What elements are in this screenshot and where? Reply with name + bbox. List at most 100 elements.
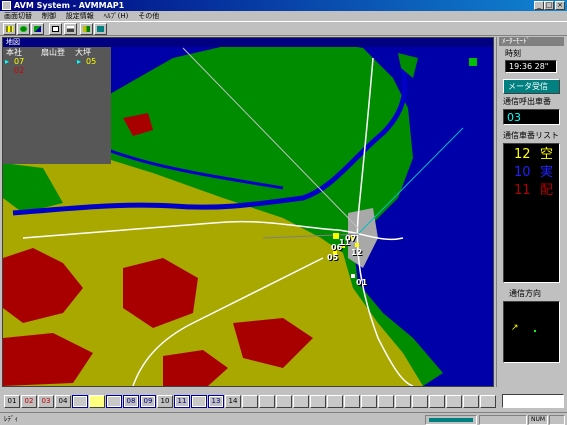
status-cell — [549, 415, 565, 425]
direction-dot — [534, 330, 536, 332]
call-number-value: 03 — [507, 111, 521, 124]
call-label: 通信呼出車番 — [503, 97, 551, 106]
status-text: ﾚﾃﾞｨ — [4, 415, 18, 423]
marker-green — [469, 58, 477, 66]
time-label: 時刻 — [505, 49, 521, 58]
message-field[interactable] — [502, 394, 564, 408]
document-icon[interactable] — [49, 23, 62, 35]
vehicle-label[interactable]: 12 — [351, 248, 362, 257]
vehicle-button[interactable]: 08 — [123, 395, 139, 408]
time-display: 19:36 28" — [505, 60, 557, 73]
call-number-display: 03 — [503, 109, 560, 125]
list-item[interactable]: 11 配 — [514, 183, 553, 198]
menu-help[interactable]: ﾍﾙﾌﾟ(H) — [104, 11, 129, 21]
maximize-button[interactable]: □ — [544, 1, 554, 10]
list-item-number: 10 — [514, 165, 531, 180]
map-caption: 地図 — [3, 38, 493, 47]
map-icon[interactable] — [31, 23, 44, 35]
summary-value-2: 05 — [86, 57, 97, 66]
exit-icon[interactable] — [94, 23, 107, 35]
vehicle-strip: 01 02 03 04 08 09 10 11 13 14 — [2, 393, 565, 410]
settings-icon[interactable] — [80, 23, 93, 35]
minimize-button[interactable]: _ — [534, 1, 544, 10]
summary-header-3: 大坪 — [75, 48, 91, 57]
vehicle-button-empty[interactable] — [463, 395, 479, 408]
menu-settings-info[interactable]: 設定情報 — [66, 11, 94, 21]
list-item-status: 実 — [540, 165, 554, 180]
side-panel: ﾒｰﾀｰﾓｰﾄﾞ 時刻 19:36 28" メータ受信 通信呼出車番 03 通信… — [496, 37, 565, 387]
vehicle-list[interactable]: 12 空 10 実 11 配 — [503, 143, 560, 283]
menu-control[interactable]: 制御 — [42, 11, 56, 21]
globe-icon[interactable] — [17, 23, 30, 35]
list-item-number: 11 — [514, 183, 531, 198]
menu-bar: 画面切替 制御 設定情報 ﾍﾙﾌﾟ(H) その他 — [0, 11, 567, 21]
grid-icon[interactable] — [3, 23, 16, 35]
vehicle-button-empty[interactable] — [395, 395, 411, 408]
status-progress — [425, 415, 477, 425]
vehicle-button-empty[interactable] — [378, 395, 394, 408]
vehicle-label[interactable]: 11 — [339, 238, 350, 247]
menu-other[interactable]: その他 — [138, 11, 159, 21]
time-value: 19:36 28" — [509, 62, 549, 71]
vehicle-button-empty[interactable] — [429, 395, 445, 408]
toolbar — [0, 21, 567, 36]
vehicle-button[interactable]: 13 — [208, 395, 224, 408]
vehicle-button-empty[interactable] — [293, 395, 309, 408]
title-bar: AVM System - AVMMAP1 _ □ × — [0, 0, 567, 11]
vehicle-button-empty[interactable] — [310, 395, 326, 408]
vehicle-button-empty[interactable] — [412, 395, 428, 408]
vehicle-button[interactable] — [106, 395, 122, 408]
summary-header-2: 扇山登 — [41, 48, 65, 57]
vehicle-label[interactable]: 01 — [356, 278, 367, 287]
vehicle-button[interactable]: 10 — [157, 395, 173, 408]
vehicle-label[interactable]: 05 — [327, 253, 338, 262]
play-icon: ▸ — [5, 57, 10, 66]
list-item[interactable]: 10 実 — [514, 165, 553, 180]
vehicle-button-empty[interactable] — [361, 395, 377, 408]
vehicle-button-empty[interactable] — [276, 395, 292, 408]
vehicle-button[interactable] — [72, 395, 88, 408]
list-label: 通信車番リスト — [503, 131, 559, 140]
menu-screen-switch[interactable]: 画面切替 — [4, 11, 32, 21]
vehicle-button-empty[interactable] — [259, 395, 275, 408]
vehicle-button[interactable]: 03 — [38, 395, 54, 408]
side-panel-caption: ﾒｰﾀｰﾓｰﾄﾞ — [499, 37, 564, 46]
vehicle-button[interactable]: 09 — [140, 395, 156, 408]
vehicle-marker — [355, 243, 359, 247]
direction-label: 通信方向 — [509, 289, 541, 298]
vehicle-button-empty[interactable] — [242, 395, 258, 408]
list-item[interactable]: 12 空 — [514, 147, 553, 162]
printer-icon[interactable] — [64, 23, 77, 35]
vehicle-button-empty[interactable] — [327, 395, 343, 408]
direction-arrow-icon: ↗ — [511, 323, 519, 333]
vehicle-button-empty[interactable] — [446, 395, 462, 408]
summary-header-hq: 本社 — [6, 48, 22, 57]
vehicle-button[interactable] — [191, 395, 207, 408]
summary-value-red: 02 — [14, 66, 25, 75]
list-item-number: 12 — [514, 147, 531, 162]
window-title: AVM System - AVMMAP1 — [14, 1, 125, 10]
vehicle-button-empty[interactable] — [344, 395, 360, 408]
meter-receive-button[interactable]: メータ受信 — [503, 79, 560, 94]
map-view[interactable]: 地図 本社 扇山登 大坪 ▸ 07 ▸ 05 02 07 06 05 12 01… — [2, 37, 494, 387]
list-item-status: 配 — [540, 183, 554, 198]
direction-display: ↗ — [503, 301, 560, 363]
close-button[interactable]: × — [555, 1, 565, 10]
status-bar: ﾚﾃﾞｨ NUM — [0, 412, 567, 425]
play-icon: ▸ — [77, 57, 82, 66]
app-icon[interactable] — [2, 1, 11, 10]
vehicle-summary-panel: 本社 扇山登 大坪 ▸ 07 ▸ 05 02 — [3, 47, 111, 164]
summary-value-1: 07 — [14, 57, 25, 66]
vehicle-button[interactable]: 11 — [174, 395, 190, 408]
status-cell — [479, 415, 527, 425]
vehicle-button[interactable]: 02 — [21, 395, 37, 408]
vehicle-button-empty[interactable] — [480, 395, 496, 408]
meter-receive-label: メータ受信 — [508, 82, 548, 91]
num-lock-indicator: NUM — [528, 415, 548, 425]
vehicle-button[interactable]: 01 — [4, 395, 20, 408]
vehicle-button[interactable]: 14 — [225, 395, 241, 408]
vehicle-marker — [351, 274, 355, 278]
vehicle-button[interactable] — [89, 395, 105, 408]
vehicle-button[interactable]: 04 — [55, 395, 71, 408]
list-item-status: 空 — [540, 147, 554, 162]
